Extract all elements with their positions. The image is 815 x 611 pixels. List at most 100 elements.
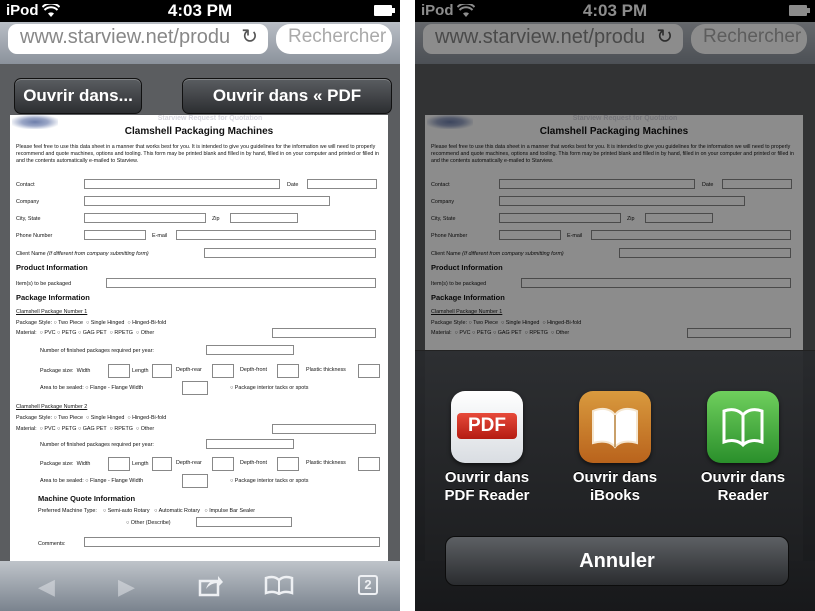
pkg1-style-row: Package Style: ○ Two Piece ○ Single Hing… [16, 320, 167, 326]
tabs-icon[interactable]: 2 [358, 575, 378, 595]
client-name-field[interactable] [204, 248, 376, 258]
sealed2-interior-text: Package interior tacks or spots [234, 478, 309, 484]
address-bar: www.starview.net/produ ↻ Rechercher [0, 22, 400, 64]
ibooks-icon [579, 391, 651, 463]
city-field[interactable] [84, 213, 206, 223]
reader-icon [707, 391, 779, 463]
style-opt-2[interactable]: Single Hinged [91, 320, 125, 326]
style-opt-3[interactable]: Hinged-Bi-fold [132, 320, 166, 326]
length-field[interactable] [152, 364, 172, 378]
mat2-opt-3[interactable]: GAG PET [83, 426, 107, 432]
mat-opt-5[interactable]: Other [141, 330, 154, 336]
battery-icon [374, 5, 395, 16]
depth-rear-field[interactable] [212, 364, 234, 378]
open-in-sheet: PDF Ouvrir dans PDF Reader Ouvrir dans i… [415, 350, 815, 611]
material-label-2: Material: [16, 426, 37, 432]
reload-icon[interactable]: ↻ [241, 24, 258, 50]
num-finished-label-2: Number of finished packages required per… [40, 442, 154, 448]
other-describe-field[interactable] [196, 517, 292, 527]
style-label: Package Style: [16, 320, 52, 326]
style2-opt-2[interactable]: Single Hinged [91, 415, 125, 421]
sealed-label-2: Area to be sealed: [40, 478, 84, 484]
mat2-opt-4[interactable]: RPETG [114, 426, 133, 432]
open-in-pdf-reader-button[interactable]: Ouvrir dans « PDF Reader » [182, 78, 392, 139]
screen-divider [400, 0, 415, 611]
pdf-document[interactable]: Starview Request for Quotation Clamshell… [10, 115, 388, 561]
style-label-2: Package Style: [16, 415, 52, 421]
thickness-field[interactable] [358, 364, 380, 378]
num-finished-field[interactable] [206, 345, 294, 355]
phone-label: Phone Number [16, 233, 53, 239]
back-icon[interactable]: ◀ [38, 574, 55, 600]
num-finished-field-2[interactable] [206, 439, 294, 449]
zip-field[interactable] [230, 213, 298, 223]
mat2-opt-1[interactable]: PVC [44, 426, 55, 432]
depth-rear2-field[interactable] [212, 457, 234, 471]
mat-opt-2[interactable]: PETG [62, 330, 77, 336]
bookmarks-icon[interactable] [264, 575, 294, 595]
email-field[interactable] [176, 230, 376, 240]
company-field[interactable] [84, 196, 330, 206]
size-label: Package size: [40, 368, 74, 374]
app-reader[interactable]: Ouvrir dans Reader [693, 391, 793, 505]
sealed2-interior[interactable]: ○ Package interior tacks or spots [230, 478, 308, 484]
open-in-button[interactable]: Ouvrir dans... [14, 78, 142, 114]
material-other-field[interactable] [272, 328, 376, 338]
reader-book-icon [722, 408, 764, 447]
pkg2-style-row: Package Style: ○ Two Piece ○ Single Hing… [16, 415, 167, 421]
date-field[interactable] [307, 179, 377, 189]
reader-label: Ouvrir dans Reader [700, 469, 786, 504]
depth-front2-field[interactable] [277, 457, 299, 471]
package-info-heading: Package Information [16, 293, 90, 302]
mat-opt-3[interactable]: GAG PET [83, 330, 107, 336]
share-icon[interactable] [198, 573, 224, 597]
mat2-opt-5[interactable]: Other [141, 426, 154, 432]
items-field[interactable] [106, 278, 376, 288]
flange-width-field[interactable] [182, 381, 208, 395]
style2-opt-3[interactable]: Hinged-Bi-fold [132, 415, 166, 421]
doc-subtitle: Starview Request for Quotation [157, 115, 263, 122]
machine-opt-4-text: Other (Describe) [130, 520, 171, 526]
company-label: Company [16, 199, 40, 205]
size-depth-rear: Depth-rear [176, 367, 202, 373]
phone-field[interactable] [84, 230, 146, 240]
doc-title: Clamshell Packaging Machines [124, 126, 274, 137]
contact-field[interactable] [84, 179, 280, 189]
machine-opt-1[interactable]: Semi-auto Rotary [108, 508, 150, 514]
cancel-button[interactable]: Annuler [445, 536, 789, 586]
client-name-text: Client Name [16, 251, 46, 257]
machine-opt-3[interactable]: Impulse Bar Sealer [209, 508, 255, 514]
machine-opt-2[interactable]: Automatic Rotary [159, 508, 200, 514]
material2-other-field[interactable] [272, 424, 376, 434]
mat2-opt-2[interactable]: PETG [62, 426, 77, 432]
flange-width2-field[interactable] [182, 474, 208, 488]
sealed-flange[interactable]: Flange - [90, 385, 110, 391]
depth-front-field[interactable] [277, 364, 299, 378]
length2-field[interactable] [152, 457, 172, 471]
style2-opt-1[interactable]: Two Piece [58, 415, 83, 421]
mat-opt-4[interactable]: RPETG [114, 330, 133, 336]
screen-right: iPod 4:03 PM www.starview.net/produ ↻ Rec… [415, 0, 815, 611]
app-ibooks[interactable]: Ouvrir dans iBooks [565, 391, 665, 505]
pkg1-title: Clamshell Package Number 1 [16, 309, 88, 315]
size2-thickness: Plastic thickness [306, 460, 346, 466]
email-label: E-mail [152, 233, 168, 239]
size2-length: Length [132, 461, 149, 467]
style-opt-1[interactable]: Two Piece [58, 320, 83, 326]
sealed-interior[interactable]: ○ Package interior tacks or spots [230, 385, 308, 391]
url-field[interactable]: www.starview.net/produ ↻ [8, 24, 268, 54]
app-pdf-reader[interactable]: PDF Ouvrir dans PDF Reader [437, 391, 537, 505]
forward-icon[interactable]: ▶ [118, 574, 135, 600]
width2-field[interactable] [108, 457, 130, 471]
mat-opt-1[interactable]: PVC [44, 330, 55, 336]
preferred-label: Preferred Machine Type: [38, 508, 97, 514]
sealed2-flange[interactable]: Flange - [90, 478, 110, 484]
thickness2-field[interactable] [358, 457, 380, 471]
comments-field[interactable] [84, 537, 380, 547]
root: iPod 4:03 PM www.starview.net/produ ↻ Rec… [0, 0, 815, 611]
width-field[interactable] [108, 364, 130, 378]
machine-quote-heading: Machine Quote Information [38, 494, 136, 503]
machine-opt-4[interactable]: ○ Other (Describe) [126, 520, 171, 526]
sealed-row: Area to be sealed: ○ Flange - Flange Wid… [40, 385, 144, 391]
search-field[interactable]: Rechercher [276, 24, 392, 54]
